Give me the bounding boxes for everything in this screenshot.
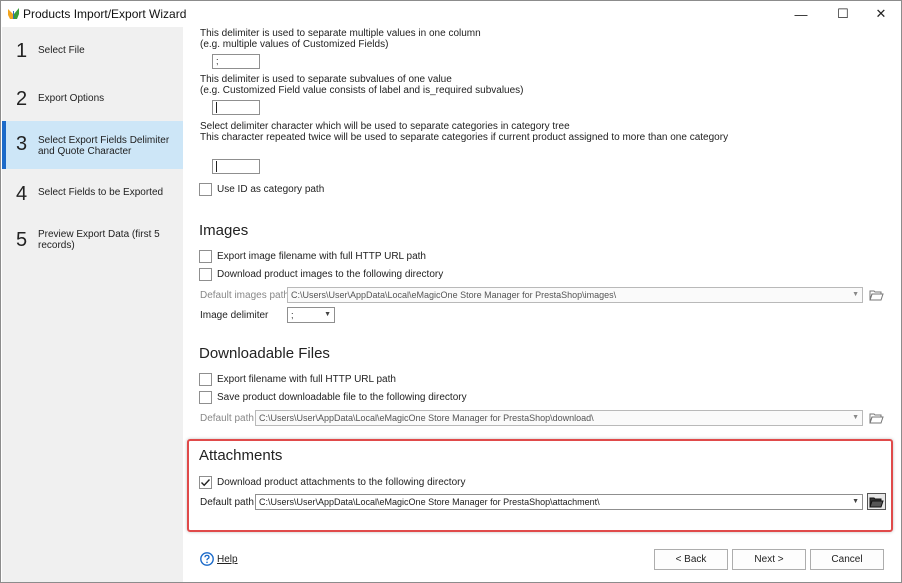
image-delimiter-combo[interactable]: ; ▼ [287,307,335,323]
chevron-down-icon: ▼ [852,498,859,505]
save-downloadable-label: Save product downloadable file to the fo… [217,392,467,403]
downloadable-path-combo[interactable]: C:\Users\User\AppData\Local\eMagicOne St… [255,410,863,426]
downloadable-section-title: Downloadable Files [199,345,330,362]
step-number: 4 [16,183,28,205]
attachments-browse-button[interactable] [867,493,886,510]
chevron-down-icon: ▼ [852,291,859,298]
multi-delimiter-input[interactable]: ; [212,54,260,69]
use-id-checkbox[interactable] [199,183,212,196]
maximize-button[interactable]: ☐ [823,1,863,27]
sub-delimiter-input[interactable] [212,100,260,115]
step-number: 2 [16,88,28,110]
export-image-url-label: Export image filename with full HTTP URL… [217,251,426,262]
sub-delimiter-description: This delimiter is used to separate subva… [200,74,452,85]
download-attachments-checkbox[interactable] [199,476,212,489]
images-path-label: Default images path [200,290,289,301]
step-label: Select File [38,45,85,56]
image-delimiter-label: Image delimiter [200,310,269,321]
step-preview-export[interactable]: 5 Preview Export Data (first 5 records) [2,225,183,257]
category-delimiter-description: Select delimiter character which will be… [200,121,570,132]
step-select-delimiter[interactable]: 3 Select Export Fields Delimiter and Quo… [2,121,183,169]
step-label: Select Fields to be Exported [38,187,164,198]
export-file-url-checkbox[interactable] [199,373,212,386]
export-image-url-checkbox[interactable] [199,250,212,263]
attachments-path-combo[interactable]: C:\Users\User\AppData\Local\eMagicOne St… [255,494,863,510]
export-file-url-label: Export filename with full HTTP URL path [217,374,396,385]
wizard-window: Products Import/Export Wizard — ☐ ✕ 1 Se… [0,0,902,583]
step-export-options[interactable]: 2 Export Options [2,84,183,112]
active-step-indicator [2,121,6,169]
step-select-fields[interactable]: 4 Select Fields to be Exported [2,179,183,207]
step-number: 5 [16,229,28,251]
minimize-button[interactable]: — [781,1,821,27]
attachments-section-title: Attachments [199,447,283,464]
chevron-down-icon: ▼ [852,414,859,421]
use-id-label: Use ID as category path [217,184,325,195]
attachments-path-label: Default path [200,497,254,508]
app-icon [8,8,19,19]
downloadable-browse-button[interactable] [867,409,886,426]
wizard-steps-sidebar: 1 Select File 2 Export Options 3 Select … [2,27,183,582]
multi-delimiter-value: ; [216,56,219,66]
image-delimiter-value: ; [291,310,294,320]
save-downloadable-checkbox[interactable] [199,391,212,404]
images-path-combo[interactable]: C:\Users\User\AppData\Local\eMagicOne St… [287,287,863,303]
step-select-file[interactable]: 1 Select File [2,36,183,64]
step-number: 1 [16,40,28,62]
category-delimiter-note: This character repeated twice will be us… [200,132,729,143]
folder-open-icon [869,413,884,423]
downloadable-path-value: C:\Users\User\AppData\Local\eMagicOne St… [259,413,594,423]
back-button[interactable]: < Back [654,549,728,570]
help-link[interactable]: Help [217,554,238,565]
main-panel: This delimiter is used to separate multi… [183,27,901,582]
multi-delimiter-description: This delimiter is used to separate multi… [200,28,481,39]
download-attachments-label: Download product attachments to the foll… [217,477,466,488]
close-button[interactable]: ✕ [861,1,901,27]
category-delimiter-input[interactable] [212,159,260,174]
step-label: Select Export Fields Delimiter and Quote… [38,135,170,157]
sub-delimiter-example: (e.g. Customized Field value consists of… [200,85,524,96]
multi-delimiter-example: (e.g. multiple values of Customized Fiel… [200,39,389,50]
step-number: 3 [16,133,28,155]
download-images-label: Download product images to the following… [217,269,444,280]
attachments-path-value: C:\Users\User\AppData\Local\eMagicOne St… [259,497,600,507]
step-label: Export Options [38,93,105,104]
window-title: Products Import/Export Wizard [23,7,187,21]
folder-open-icon [869,290,884,300]
text-caret [216,102,217,114]
checkmark-icon [201,479,211,487]
help-icon[interactable] [200,552,214,566]
images-browse-button[interactable] [867,286,886,303]
images-section-title: Images [199,222,249,239]
images-path-value: C:\Users\User\AppData\Local\eMagicOne St… [291,290,617,300]
step-label: Preview Export Data (first 5 records) [38,229,160,251]
downloadable-path-label: Default path [200,413,254,424]
chevron-down-icon: ▼ [324,311,331,318]
text-caret [216,161,217,173]
download-images-checkbox[interactable] [199,268,212,281]
cancel-button[interactable]: Cancel [810,549,884,570]
next-button[interactable]: Next > [732,549,806,570]
title-bar: Products Import/Export Wizard — ☐ ✕ [1,1,901,27]
folder-open-icon [869,497,884,507]
